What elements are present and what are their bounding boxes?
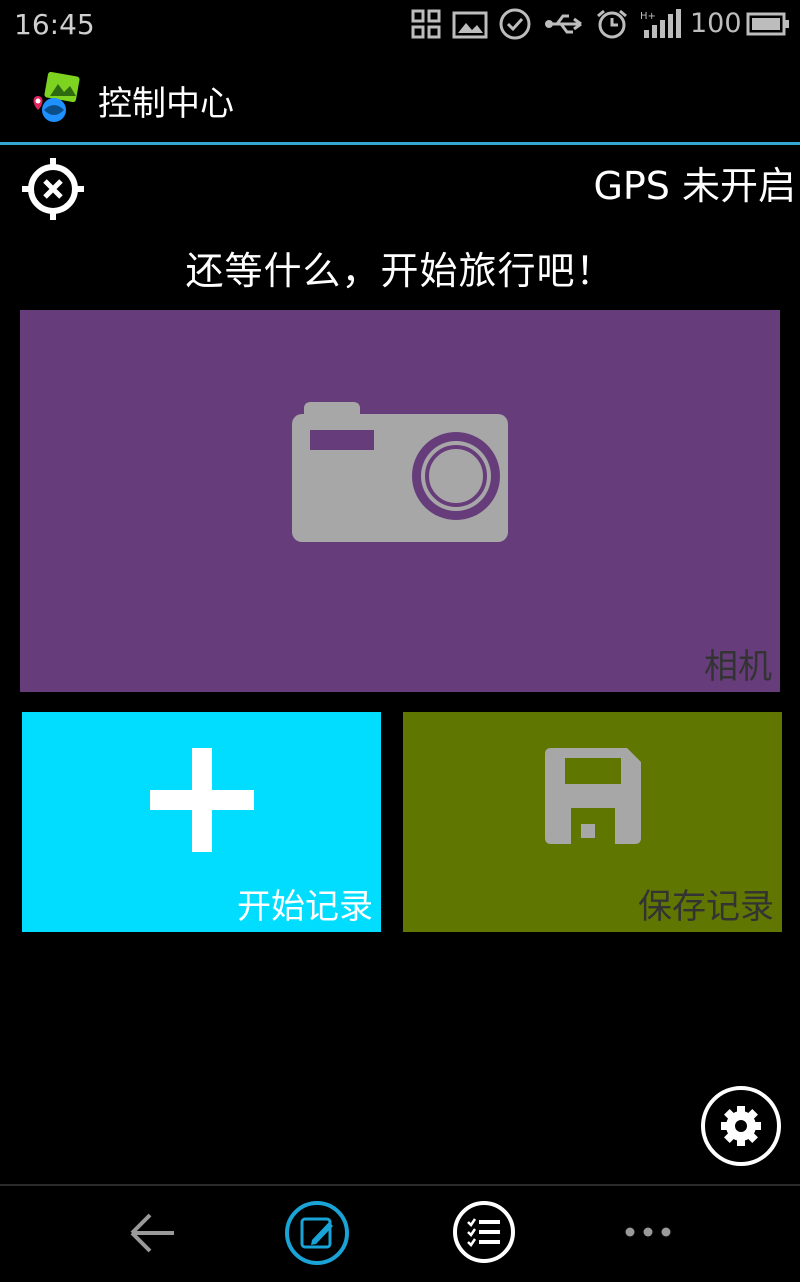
start-record-label: 开始记录	[237, 887, 373, 927]
gear-icon	[701, 1086, 781, 1166]
checklist-icon[interactable]	[452, 1200, 516, 1264]
camera-icon	[292, 402, 508, 542]
start-record-tile[interactable]: 开始记录	[22, 712, 381, 932]
camera-tile-label: 相机	[704, 647, 772, 687]
headline-text: 还等什么，开始旅行吧！	[185, 249, 615, 293]
alarm-icon	[597, 9, 627, 39]
action-bar-divider	[0, 142, 800, 145]
usb-icon	[545, 14, 582, 34]
edit-note-icon[interactable]	[284, 1200, 350, 1266]
navigation-bar	[0, 1184, 800, 1282]
camera-tile[interactable]: 相机	[20, 310, 780, 692]
gps-off-crosshair-icon[interactable]	[20, 156, 86, 222]
battery-level: 100	[690, 8, 742, 39]
save-record-tile[interactable]: 保存记录	[403, 712, 782, 932]
app-logo-icon[interactable]	[28, 70, 84, 126]
plus-icon	[150, 748, 254, 852]
svg-text:H+: H+	[640, 11, 656, 22]
status-time: 16:45	[14, 8, 95, 41]
floppy-disk-icon	[545, 748, 641, 844]
gps-status-text: GPS 未开启	[593, 164, 796, 208]
signal-hplus-icon: H+	[640, 9, 681, 38]
more-dots-icon[interactable]	[624, 1222, 672, 1242]
qr-code-icon	[411, 9, 441, 39]
image-icon	[452, 11, 488, 39]
settings-button[interactable]	[700, 1085, 782, 1167]
save-record-label: 保存记录	[638, 887, 774, 927]
back-arrow-icon[interactable]	[126, 1208, 178, 1258]
app-title: 控制中心	[98, 84, 234, 124]
check-circle-icon	[499, 8, 531, 40]
battery-icon	[746, 12, 789, 36]
